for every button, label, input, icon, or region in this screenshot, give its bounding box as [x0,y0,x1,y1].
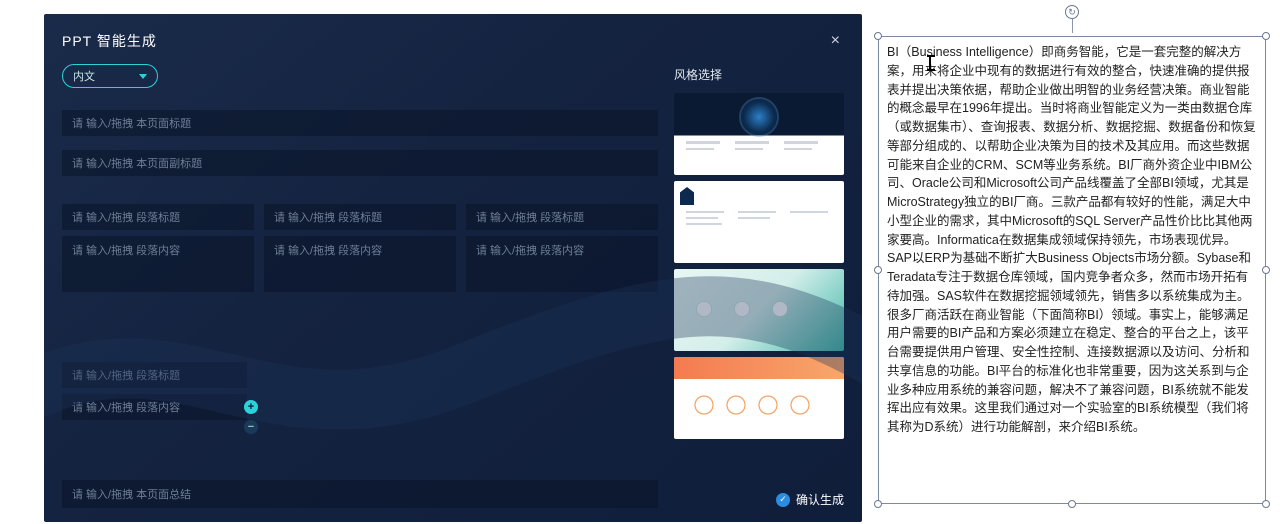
page-title-input[interactable]: 请 输入/拖拽 本页面标题 [62,110,658,136]
resize-handle-mr[interactable] [1262,266,1270,274]
page-subtitle-input[interactable]: 请 输入/拖拽 本页面副标题 [62,150,658,176]
section-body-input[interactable]: 请 输入/拖拽 段落内容 [62,394,247,420]
section-body-input[interactable]: 请 输入/拖拽 段落内容 [62,236,254,292]
remove-section-button[interactable]: − [244,420,258,434]
close-icon[interactable]: × [827,30,844,52]
section-body-input[interactable]: 请 输入/拖拽 段落内容 [264,236,456,292]
resize-handle-mb[interactable] [1068,500,1076,508]
page-summary-input[interactable]: 请 输入/拖拽 本页面总结 [62,480,658,508]
sections-row-1: 请 输入/拖拽 段落标题 请 输入/拖拽 段落内容 请 输入/拖拽 段落标题 请… [62,204,658,298]
template-option-orange-hex[interactable] [674,357,844,439]
resize-handle-tl[interactable] [874,32,882,40]
dialog-body: 内文 请 输入/拖拽 本页面标题 请 输入/拖拽 本页面副标题 请 输入/拖拽 … [62,64,844,508]
content-editor-column: 内文 请 输入/拖拽 本页面标题 请 输入/拖拽 本页面副标题 请 输入/拖拽 … [62,64,658,508]
section-title-input[interactable]: 请 输入/拖拽 段落标题 [264,204,456,230]
add-section-button[interactable]: + [244,400,258,414]
ppt-generator-dialog: PPT 智能生成 × 内文 请 输入/拖拽 本页面标题 请 输入/拖拽 本页面副… [44,14,862,522]
content-type-dropdown[interactable]: 内文 [62,64,158,88]
rotate-handle-icon[interactable]: ↻ [1065,5,1079,19]
template-option-shield-white[interactable] [674,181,844,263]
template-option-teal-badges[interactable] [674,269,844,351]
template-option-dark-globe[interactable] [674,93,844,175]
dropdown-selected: 内文 [73,68,95,84]
section-title-input[interactable]: 请 输入/拖拽 段落标题 [466,204,658,230]
style-heading: 风格选择 [674,66,844,83]
dialog-header: PPT 智能生成 × [62,30,844,52]
resize-handle-ml[interactable] [874,266,882,274]
resize-handle-tr[interactable] [1262,32,1270,40]
template-list [674,93,844,481]
confirm-label: 确认生成 [796,491,844,508]
confirm-generate-button[interactable]: ✓ 确认生成 [674,491,844,508]
resize-handle-br[interactable] [1262,500,1270,508]
style-panel: 风格选择 ✓ 确认生成 [674,64,844,508]
section-title-input[interactable]: 请 输入/拖拽 段落标题 [62,362,247,388]
section-title-input[interactable]: 请 输入/拖拽 段落标题 [62,204,254,230]
section-body-input[interactable]: 请 输入/拖拽 段落内容 [466,236,658,292]
canvas-text-box[interactable]: BI（Business Intelligence）即商务智能，它是一套完整的解决… [878,36,1266,504]
chevron-down-icon [139,74,147,79]
dialog-title: PPT 智能生成 [62,31,157,51]
section-count-controls: + − [244,400,258,434]
text-cursor-icon [929,56,931,70]
check-icon: ✓ [776,493,790,507]
resize-handle-bl[interactable] [874,500,882,508]
